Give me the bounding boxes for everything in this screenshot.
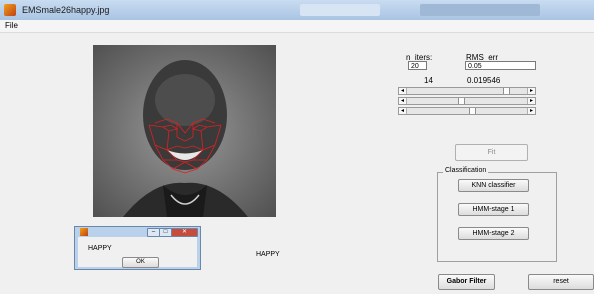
close-icon[interactable]: ✕ [171, 228, 198, 237]
classification-legend: Classification [443, 167, 489, 174]
menu-bar: File [0, 20, 594, 33]
slider-right-arrow-icon[interactable]: ▸ [527, 98, 535, 104]
fit-button[interactable]: Fit [455, 144, 528, 161]
menu-file[interactable]: File [5, 21, 18, 30]
slider-2[interactable]: ◂ ▸ [398, 97, 536, 105]
slider-thumb[interactable] [457, 98, 465, 104]
face-image [93, 45, 276, 217]
slider-left-arrow-icon[interactable]: ◂ [399, 88, 407, 94]
knn-classifier-button[interactable]: KNN classifier [458, 179, 529, 192]
slider-thumb[interactable] [503, 88, 511, 94]
slider-left-arrow-icon[interactable]: ◂ [399, 98, 407, 104]
dialog-title-bar: – □ ✕ [75, 227, 200, 237]
slider-right-arrow-icon[interactable]: ▸ [527, 88, 535, 94]
rms-current-value: 0.019546 [467, 76, 501, 85]
n-iters-input[interactable]: 20 [408, 61, 427, 70]
face-illustration [123, 60, 248, 217]
ok-button[interactable]: OK [122, 257, 159, 268]
window-title: EMSmale26happy.jpg [22, 5, 110, 15]
slider-3[interactable]: ◂ ▸ [398, 107, 536, 115]
dialog-body: HAPPY OK [78, 237, 197, 268]
slider-right-arrow-icon[interactable]: ▸ [527, 108, 535, 114]
slider-1[interactable]: ◂ ▸ [398, 87, 536, 95]
result-text: HAPPY [256, 251, 280, 258]
slider-left-arrow-icon[interactable]: ◂ [399, 108, 407, 114]
message-dialog: – □ ✕ HAPPY OK [74, 226, 201, 270]
matlab-icon [80, 228, 88, 236]
rms-err-input[interactable]: 0.05 [465, 61, 536, 70]
dialog-message: HAPPY [88, 245, 112, 252]
slider-thumb[interactable] [469, 108, 477, 114]
title-bar-blur [420, 4, 540, 16]
reset-button[interactable]: reset [528, 274, 594, 290]
hmm-stage-1-button[interactable]: HMM-stage 1 [458, 203, 529, 216]
iteration-count: 14 [424, 76, 433, 85]
title-bar: EMSmale26happy.jpg [0, 0, 594, 21]
hmm-stage-2-button[interactable]: HMM-stage 2 [458, 227, 529, 240]
gabor-filter-button[interactable]: Gabor Filter [438, 274, 495, 290]
matlab-icon [4, 4, 16, 16]
title-bar-blur [300, 4, 380, 16]
